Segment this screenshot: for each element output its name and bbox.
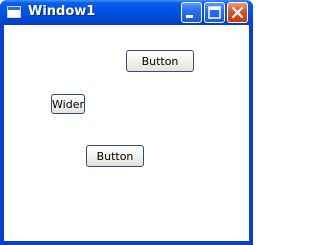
close-button[interactable] bbox=[227, 2, 248, 23]
button-bottom[interactable]: Button bbox=[86, 145, 144, 167]
minimize-button[interactable] bbox=[181, 2, 202, 23]
maximize-icon bbox=[208, 6, 221, 19]
title-bar[interactable]: Window1 bbox=[0, 0, 253, 25]
maximize-button[interactable] bbox=[204, 2, 225, 23]
window-icon[interactable] bbox=[7, 6, 21, 18]
window-client-area: Button Wider Button bbox=[4, 25, 249, 241]
window-title: Window1 bbox=[28, 4, 96, 19]
close-icon bbox=[231, 6, 244, 19]
minimize-icon bbox=[186, 15, 193, 18]
button-top-right[interactable]: Button bbox=[126, 50, 194, 72]
app-window: Window1 Button Wider Button bbox=[0, 0, 253, 245]
wider-button[interactable]: Wider bbox=[51, 94, 85, 114]
